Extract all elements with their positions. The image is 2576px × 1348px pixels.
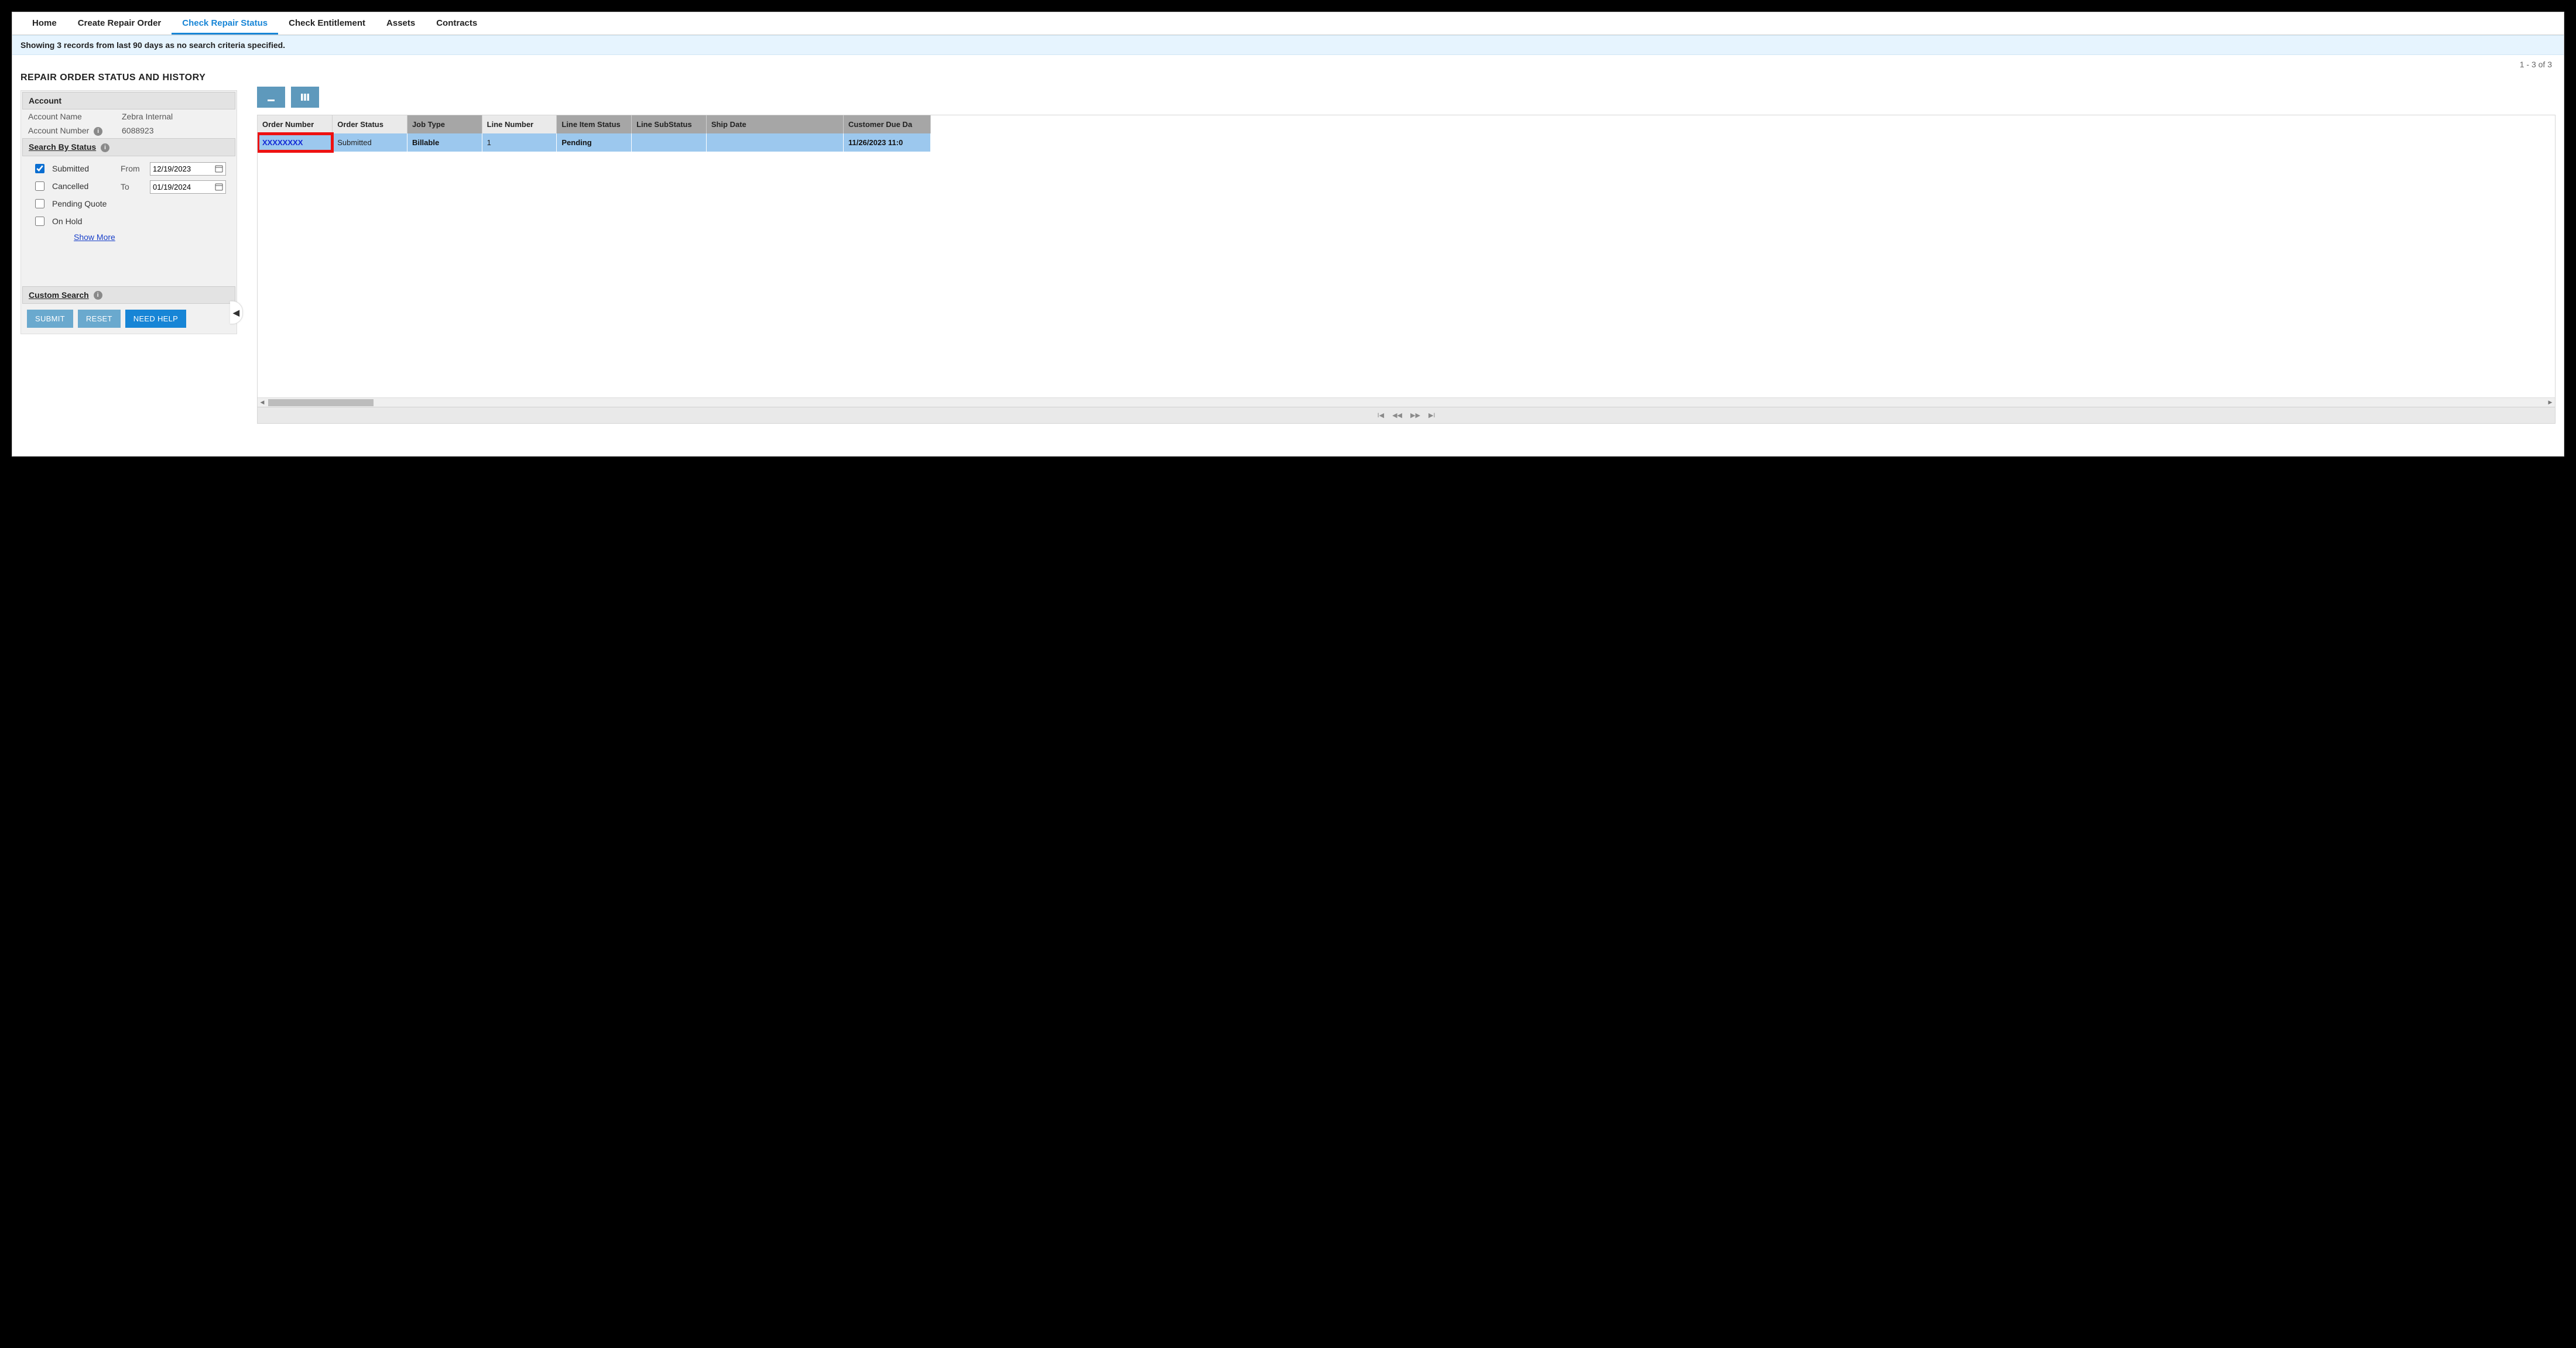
info-icon[interactable]: i bbox=[101, 143, 109, 152]
info-banner: Showing 3 records from last 90 days as n… bbox=[12, 35, 2564, 55]
pager-prev-icon[interactable]: ◀◀ bbox=[1392, 411, 1402, 419]
tab-home[interactable]: Home bbox=[22, 12, 67, 35]
cell-job-type: Billable bbox=[407, 133, 482, 152]
record-range: 1 - 3 of 3 bbox=[257, 55, 2556, 69]
pager-last-icon[interactable]: ▶I bbox=[1429, 411, 1436, 419]
col-order-status[interactable]: Order Status bbox=[333, 115, 407, 133]
cell-customer-due: 11/26/2023 11:0 bbox=[843, 133, 930, 152]
from-date-input[interactable] bbox=[150, 162, 226, 176]
status-on-hold[interactable]: On Hold bbox=[33, 215, 121, 228]
show-more-link[interactable]: Show More bbox=[74, 232, 121, 242]
status-cancelled[interactable]: Cancelled bbox=[33, 180, 121, 193]
account-section-header: Account bbox=[22, 92, 235, 109]
reset-button[interactable]: RESET bbox=[78, 310, 121, 328]
search-by-status-header: Search By Status i bbox=[22, 138, 235, 156]
col-line-substatus[interactable]: Line SubStatus bbox=[632, 115, 707, 133]
col-line-item-status[interactable]: Line Item Status bbox=[557, 115, 632, 133]
status-label: Pending Quote bbox=[52, 199, 107, 208]
tab-check-repair-status[interactable]: Check Repair Status bbox=[172, 12, 278, 35]
pager-next-icon[interactable]: ▶▶ bbox=[1410, 411, 1420, 419]
results-grid: Order Number Order Status Job Type Line … bbox=[257, 115, 2556, 424]
col-order-number[interactable]: Order Number bbox=[258, 115, 333, 133]
status-label: On Hold bbox=[52, 217, 82, 226]
pager-first-icon[interactable]: I◀ bbox=[1378, 411, 1385, 419]
status-label: Submitted bbox=[52, 164, 89, 173]
tab-contracts[interactable]: Contracts bbox=[426, 12, 488, 35]
tab-check-entitlement[interactable]: Check Entitlement bbox=[278, 12, 376, 35]
col-line-number[interactable]: Line Number bbox=[482, 115, 557, 133]
info-icon[interactable]: i bbox=[94, 127, 102, 136]
scroll-thumb[interactable] bbox=[268, 399, 374, 406]
col-ship-date[interactable]: Ship Date bbox=[706, 115, 843, 133]
top-tabs: Home Create Repair Order Check Repair St… bbox=[12, 12, 2564, 35]
status-pending-quote[interactable]: Pending Quote bbox=[33, 197, 121, 210]
account-number-value: 6088923 bbox=[122, 126, 154, 136]
columns-button[interactable] bbox=[291, 87, 319, 108]
account-name-value: Zebra Internal bbox=[122, 112, 173, 121]
tab-create-repair-order[interactable]: Create Repair Order bbox=[67, 12, 172, 35]
need-help-button[interactable]: NEED HELP bbox=[125, 310, 186, 328]
horizontal-scrollbar[interactable]: ◀ ▶ bbox=[258, 397, 2555, 407]
col-job-type[interactable]: Job Type bbox=[407, 115, 482, 133]
table-header-row: Order Number Order Status Job Type Line … bbox=[258, 115, 931, 133]
checkbox-on-hold[interactable] bbox=[35, 217, 44, 226]
page-title: REPAIR ORDER STATUS AND HISTORY bbox=[20, 73, 237, 83]
columns-icon bbox=[299, 91, 311, 103]
custom-search-header[interactable]: Custom Search i bbox=[22, 286, 235, 304]
to-date-input[interactable] bbox=[150, 180, 226, 194]
cell-order-status: Submitted bbox=[333, 133, 407, 152]
account-number-label: Account Number i bbox=[28, 126, 122, 136]
table-row[interactable]: XXXXXXXX Submitted Billable 1 Pending 11… bbox=[258, 133, 931, 152]
checkbox-cancelled[interactable] bbox=[35, 181, 44, 191]
cell-line-substatus bbox=[632, 133, 707, 152]
col-customer-due-date[interactable]: Customer Due Da bbox=[843, 115, 930, 133]
download-button[interactable] bbox=[257, 87, 285, 108]
status-label: Cancelled bbox=[52, 181, 88, 191]
cell-line-item-status: Pending bbox=[557, 133, 632, 152]
status-submitted[interactable]: Submitted bbox=[33, 162, 121, 175]
submit-button[interactable]: SUBMIT bbox=[27, 310, 73, 328]
download-icon bbox=[265, 91, 277, 103]
filter-panel: Account Account Name Zebra Internal Acco… bbox=[20, 90, 237, 334]
tab-assets[interactable]: Assets bbox=[376, 12, 426, 35]
cell-line-number: 1 bbox=[482, 133, 557, 152]
account-name-label: Account Name bbox=[28, 112, 122, 121]
pager: I◀ ◀◀ ▶▶ ▶I bbox=[258, 407, 2555, 423]
cell-ship-date bbox=[706, 133, 843, 152]
checkbox-submitted[interactable] bbox=[35, 164, 44, 173]
info-icon[interactable]: i bbox=[94, 291, 102, 300]
scroll-left-arrow-icon[interactable]: ◀ bbox=[259, 399, 266, 406]
scroll-right-arrow-icon[interactable]: ▶ bbox=[2547, 399, 2554, 406]
account-name-row: Account Name Zebra Internal bbox=[22, 109, 235, 124]
checkbox-pending-quote[interactable] bbox=[35, 199, 44, 208]
account-number-row: Account Number i 6088923 bbox=[22, 124, 235, 138]
order-number-link[interactable]: XXXXXXXX bbox=[258, 133, 333, 152]
to-label: To bbox=[121, 182, 144, 191]
from-label: From bbox=[121, 164, 144, 173]
